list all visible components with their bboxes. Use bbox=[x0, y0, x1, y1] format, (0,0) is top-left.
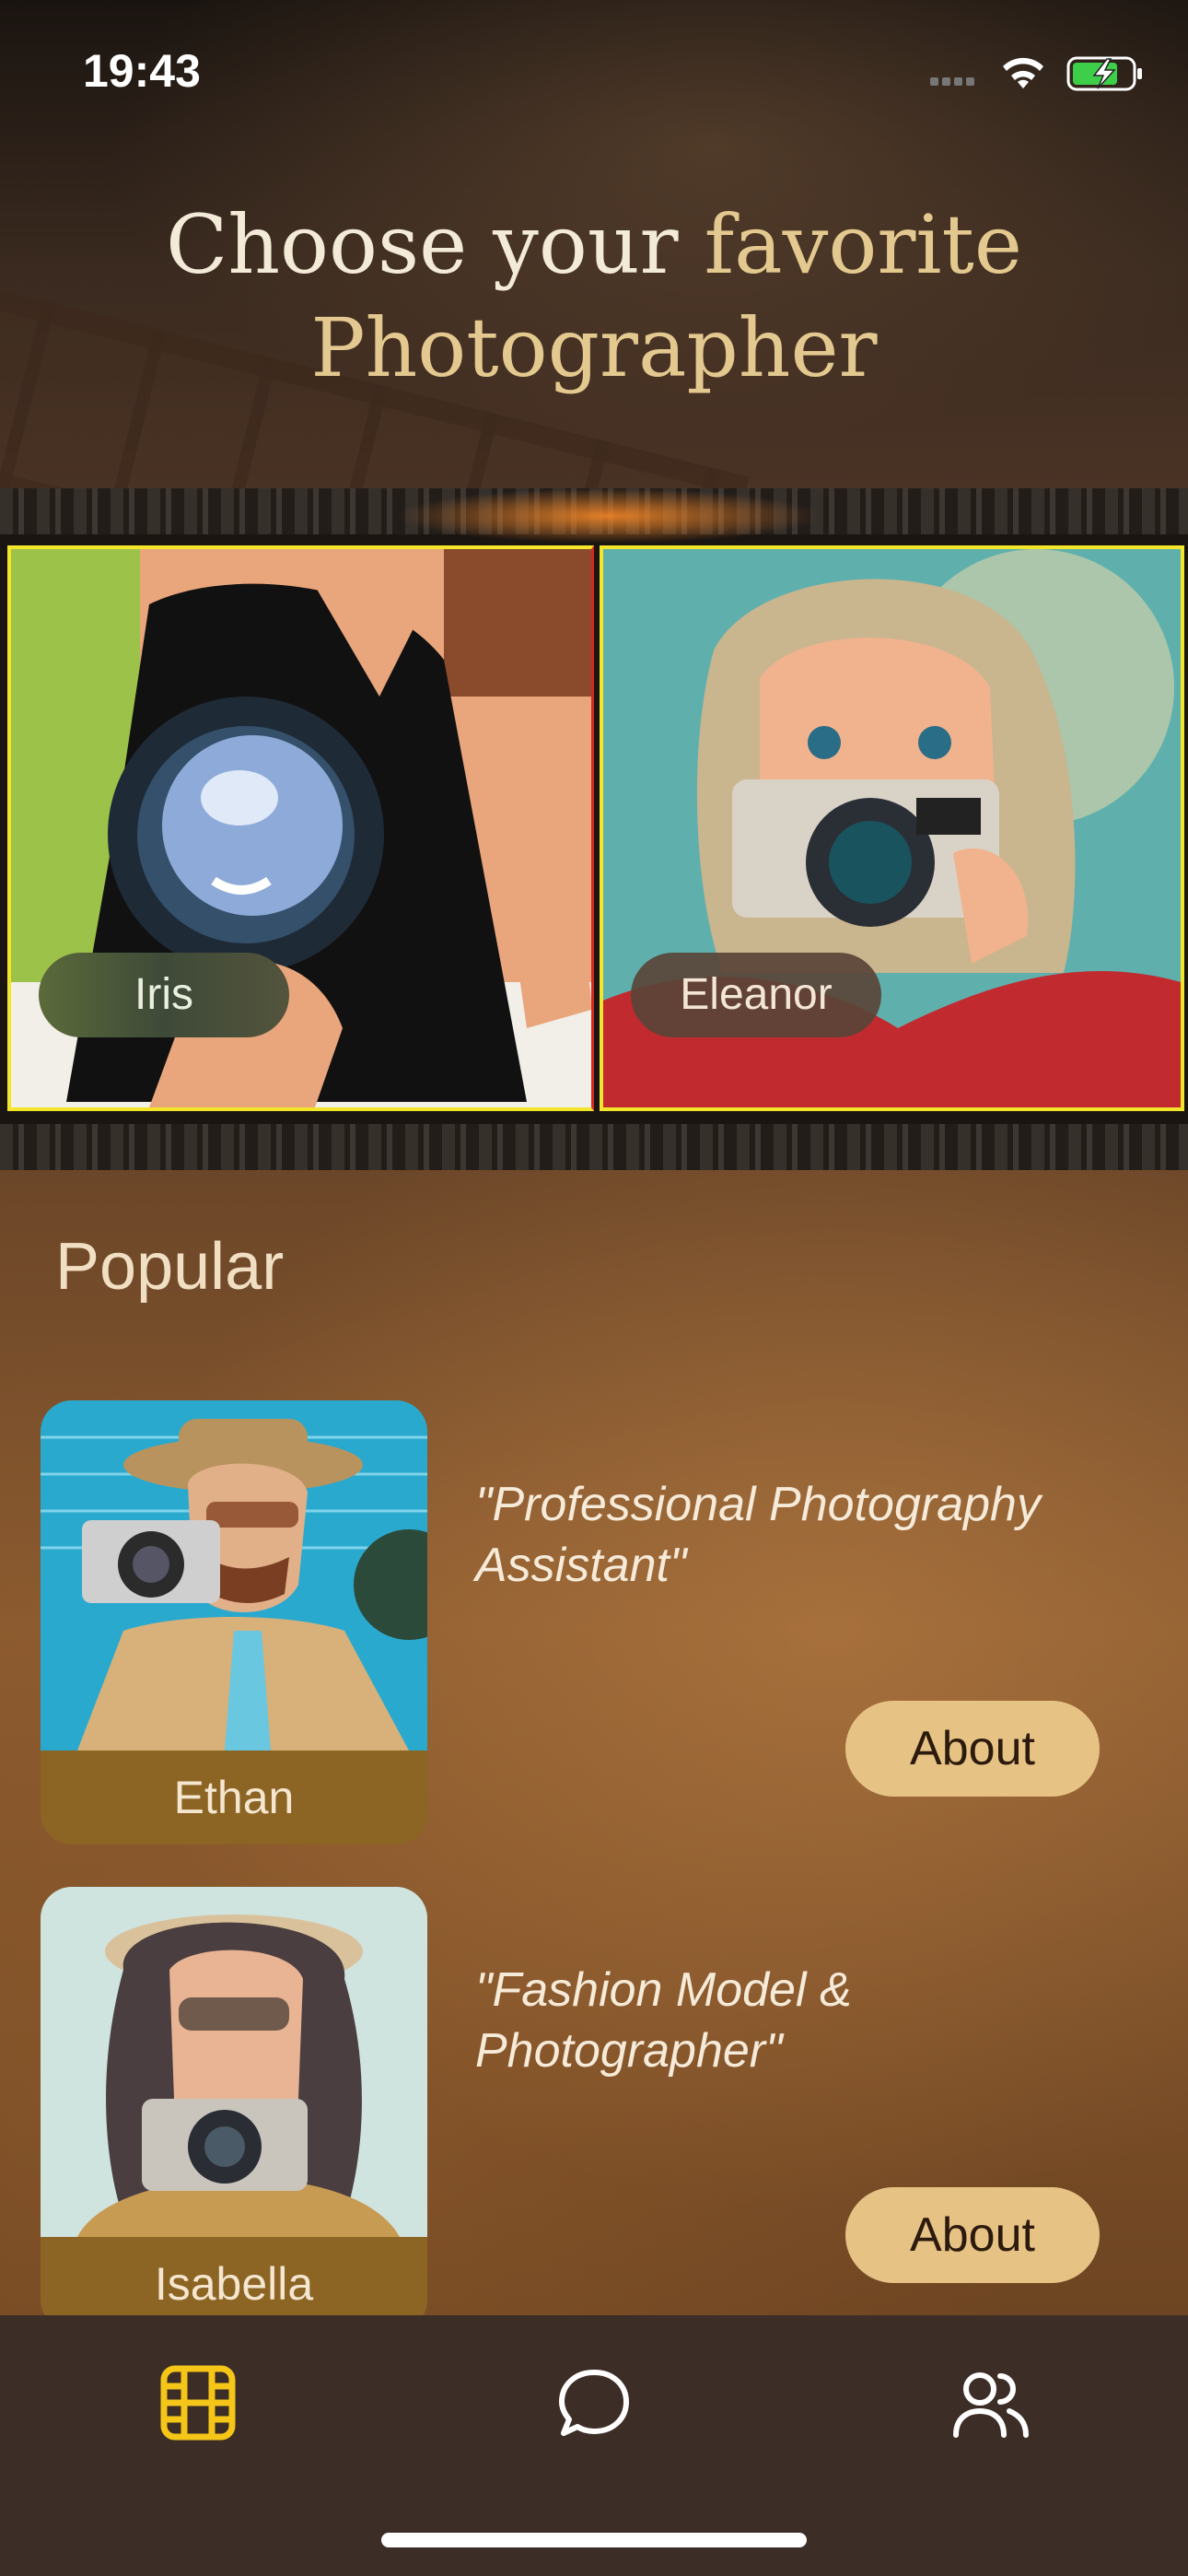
photographer-name: Ethan bbox=[41, 1751, 427, 1844]
photographer-card[interactable]: Isabella bbox=[41, 1887, 427, 2315]
photographer-name: Iris bbox=[39, 953, 289, 1037]
photographer-tagline: "Professional Photography Assistant" bbox=[475, 1478, 1041, 1592]
film-icon[interactable] bbox=[157, 2361, 239, 2444]
photographer-tagline: "Fashion Model & Photographer" bbox=[475, 1963, 852, 2078]
users-icon[interactable] bbox=[949, 2361, 1031, 2444]
home-indicator[interactable] bbox=[381, 2533, 807, 2547]
about-button[interactable]: About bbox=[845, 1701, 1100, 1797]
photographer-avatar bbox=[41, 1887, 427, 2237]
status-time: 19:43 bbox=[83, 45, 201, 97]
photographer-name: Isabella bbox=[41, 2237, 427, 2315]
cellular-signal-icon bbox=[930, 74, 985, 86]
section-title: Popular bbox=[55, 1230, 285, 1304]
page-title: Choose your favorite Photographer bbox=[0, 193, 1188, 400]
photographer-name: Eleanor bbox=[631, 953, 881, 1037]
chat-bubble-icon[interactable] bbox=[553, 2361, 635, 2444]
featured-photographer-card[interactable]: Eleanor bbox=[600, 545, 1184, 1111]
wifi-icon bbox=[1003, 57, 1043, 88]
header: 19:43 Choose your favorite Photographer bbox=[0, 0, 1188, 488]
battery-charging-icon bbox=[1066, 56, 1142, 91]
featured-film-strip: Iris Eleanor bbox=[0, 488, 1188, 1170]
title-plain: Choose your bbox=[166, 197, 705, 292]
title-line2: Photographer bbox=[310, 300, 878, 395]
status-bar: 19:43 bbox=[0, 0, 1188, 138]
light-leak bbox=[396, 488, 820, 544]
photographer-card[interactable]: Ethan bbox=[41, 1400, 427, 1844]
popular-section: Popular Ethan "Professional Photography … bbox=[0, 1170, 1188, 2315]
film-edge bbox=[0, 1124, 1188, 1170]
title-accent: favorite bbox=[704, 197, 1022, 292]
featured-photographer-card[interactable]: Iris bbox=[7, 545, 594, 1111]
photographer-avatar bbox=[41, 1400, 427, 1751]
about-button[interactable]: About bbox=[845, 2187, 1100, 2283]
